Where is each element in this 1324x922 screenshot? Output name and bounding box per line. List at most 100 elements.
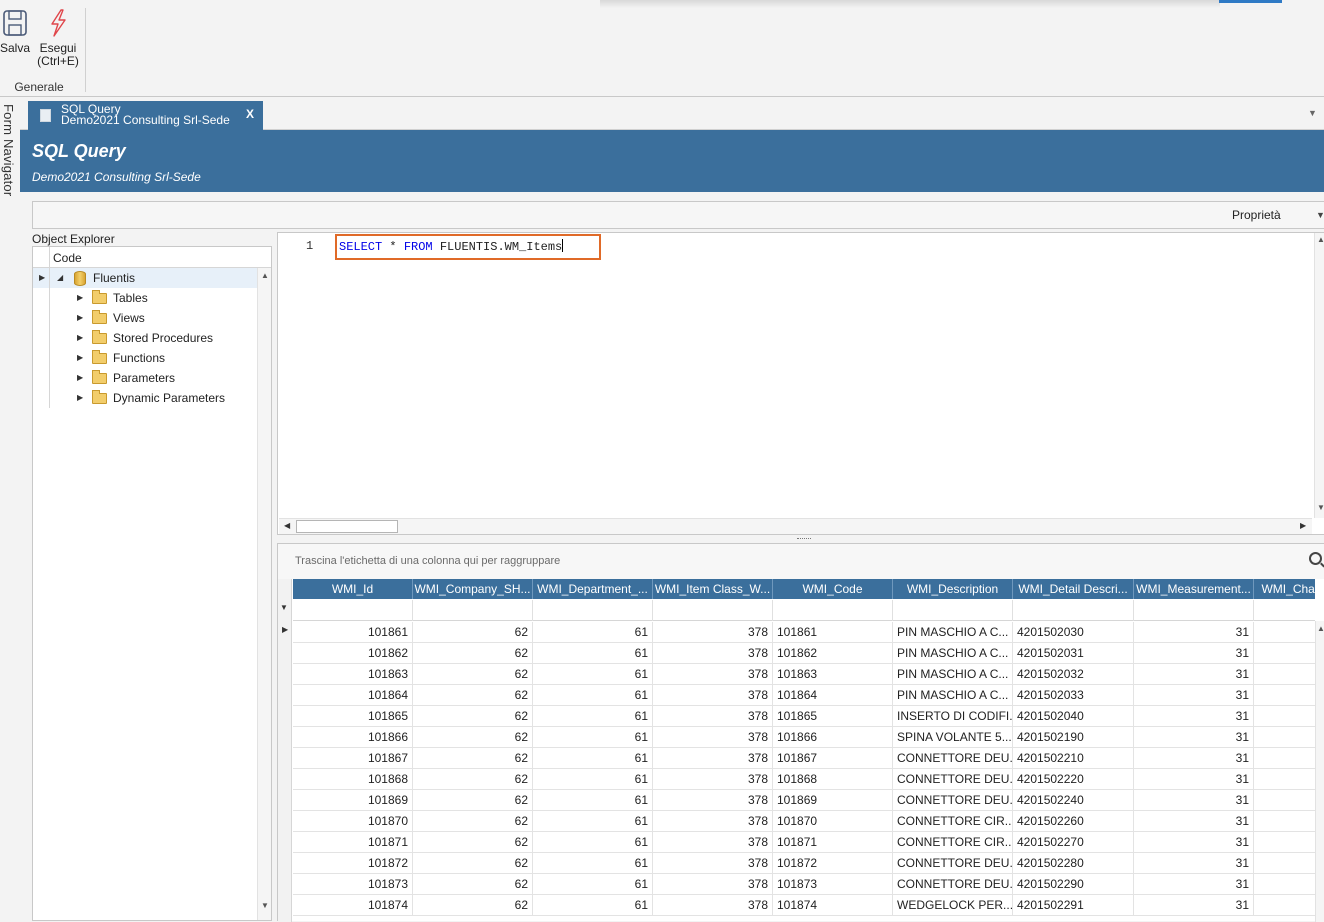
expand-icon[interactable]: ▶ bbox=[77, 328, 83, 348]
table-cell[interactable]: 61 bbox=[533, 790, 653, 811]
expand-icon[interactable]: ▶ bbox=[77, 288, 83, 308]
table-cell[interactable]: PIN MASCHIO A C... bbox=[893, 643, 1013, 664]
table-cell[interactable]: 101868 bbox=[773, 769, 893, 790]
tree-node-tables[interactable]: ▶ Tables bbox=[33, 288, 257, 308]
table-cell[interactable]: 62 bbox=[413, 643, 533, 664]
table-cell[interactable]: 4201502270 bbox=[1013, 832, 1134, 853]
column-header[interactable]: WMI_Company_SH... bbox=[413, 579, 533, 599]
table-cell[interactable]: 62 bbox=[413, 874, 533, 895]
table-cell[interactable]: 101863 bbox=[293, 664, 413, 685]
column-header[interactable]: WMI_Item Class_W... bbox=[653, 579, 773, 599]
table-cell[interactable]: 101872 bbox=[293, 853, 413, 874]
table-cell[interactable]: SPINA VOLANTE 5... bbox=[893, 727, 1013, 748]
table-cell[interactable]: CONNETTORE CIR... bbox=[893, 832, 1013, 853]
table-cell[interactable]: 101873 bbox=[293, 874, 413, 895]
table-cell[interactable]: 378 bbox=[653, 811, 773, 832]
table-cell[interactable]: 61 bbox=[533, 832, 653, 853]
table-row[interactable]: 101866 62 61 378 101866 SPINA VOLANTE 5... 420… bbox=[293, 727, 1315, 748]
table-cell[interactable]: 378 bbox=[653, 727, 773, 748]
table-cell[interactable] bbox=[1254, 811, 1315, 832]
column-header[interactable]: WMI_Id bbox=[293, 579, 413, 599]
table-row[interactable]: 101869 62 61 378 101869 CONNETTORE DEU... 4201… bbox=[293, 790, 1315, 811]
table-cell[interactable] bbox=[1254, 748, 1315, 769]
table-cell[interactable]: 61 bbox=[533, 811, 653, 832]
table-cell[interactable]: 378 bbox=[653, 832, 773, 853]
column-header[interactable]: WMI_Department_... bbox=[533, 579, 653, 599]
column-header[interactable]: WMI_Code bbox=[773, 579, 893, 599]
table-cell[interactable]: 31 bbox=[1134, 790, 1254, 811]
table-cell[interactable]: 378 bbox=[653, 853, 773, 874]
column-header[interactable]: WMI_Description bbox=[893, 579, 1013, 599]
table-cell[interactable]: 101871 bbox=[773, 832, 893, 853]
table-cell[interactable]: 62 bbox=[413, 706, 533, 727]
filter-cell[interactable] bbox=[413, 600, 533, 621]
table-cell[interactable]: 62 bbox=[413, 622, 533, 643]
table-cell[interactable]: 378 bbox=[653, 769, 773, 790]
table-cell[interactable]: 101864 bbox=[773, 685, 893, 706]
table-cell[interactable]: 4201502032 bbox=[1013, 664, 1134, 685]
tree-node-parameters[interactable]: ▶ Parameters bbox=[33, 368, 257, 388]
table-cell[interactable]: 31 bbox=[1134, 706, 1254, 727]
table-cell[interactable]: 31 bbox=[1134, 769, 1254, 790]
table-cell[interactable]: 101865 bbox=[773, 706, 893, 727]
scroll-down-icon[interactable]: ▼ bbox=[261, 901, 269, 910]
table-cell[interactable]: CONNETTORE DEU... bbox=[893, 853, 1013, 874]
tree-vertical-scrollbar[interactable]: ▲ ▼ bbox=[257, 268, 271, 920]
table-cell[interactable]: 31 bbox=[1134, 853, 1254, 874]
table-cell[interactable]: 101866 bbox=[773, 727, 893, 748]
table-row[interactable]: 101861 62 61 378 101861 PIN MASCHIO A C... 420… bbox=[293, 622, 1315, 643]
table-cell[interactable]: CONNETTORE CIR... bbox=[893, 811, 1013, 832]
table-cell[interactable]: 4201502190 bbox=[1013, 727, 1134, 748]
table-cell[interactable]: 101863 bbox=[773, 664, 893, 685]
table-cell[interactable]: 31 bbox=[1134, 832, 1254, 853]
table-cell[interactable]: 101870 bbox=[773, 811, 893, 832]
scroll-right-icon[interactable]: ▶ bbox=[1300, 521, 1306, 530]
properties-dropdown-icon[interactable]: ▼ bbox=[1316, 210, 1324, 220]
table-cell[interactable]: 378 bbox=[653, 748, 773, 769]
table-cell[interactable]: WEDGELOCK PER... bbox=[893, 895, 1013, 916]
table-cell[interactable]: 101867 bbox=[773, 748, 893, 769]
table-row[interactable]: 101867 62 61 378 101867 CONNETTORE DEU... 4201… bbox=[293, 748, 1315, 769]
table-cell[interactable] bbox=[1254, 895, 1315, 916]
table-cell[interactable]: 31 bbox=[1134, 748, 1254, 769]
table-cell[interactable]: 101872 bbox=[773, 853, 893, 874]
table-cell[interactable] bbox=[1254, 643, 1315, 664]
table-cell[interactable] bbox=[1254, 769, 1315, 790]
table-cell[interactable]: 31 bbox=[1134, 811, 1254, 832]
tree-node-functions[interactable]: ▶ Functions bbox=[33, 348, 257, 368]
table-cell[interactable]: 378 bbox=[653, 685, 773, 706]
table-cell[interactable]: 61 bbox=[533, 853, 653, 874]
table-row[interactable]: 101874 62 61 378 101874 WEDGELOCK PER... 42015… bbox=[293, 895, 1315, 916]
table-cell[interactable]: 31 bbox=[1134, 685, 1254, 706]
table-cell[interactable]: 61 bbox=[533, 643, 653, 664]
expand-icon[interactable]: ▶ bbox=[77, 388, 83, 408]
tree-node-views[interactable]: ▶ Views bbox=[33, 308, 257, 328]
table-cell[interactable] bbox=[1254, 622, 1315, 643]
table-cell[interactable]: INSERTO DI CODIFI... bbox=[893, 706, 1013, 727]
table-cell[interactable]: CONNETTORE DEU... bbox=[893, 748, 1013, 769]
collapse-icon[interactable]: ◢ bbox=[57, 268, 63, 288]
table-cell[interactable]: 61 bbox=[533, 874, 653, 895]
table-cell[interactable]: 101868 bbox=[293, 769, 413, 790]
table-cell[interactable]: 31 bbox=[1134, 664, 1254, 685]
sql-query-text[interactable]: SELECT * FROM FLUENTIS.WM_Items bbox=[339, 239, 564, 254]
scroll-down-icon[interactable]: ▼ bbox=[1317, 503, 1324, 512]
table-cell[interactable]: 378 bbox=[653, 622, 773, 643]
table-cell[interactable]: 61 bbox=[533, 895, 653, 916]
table-cell[interactable]: 378 bbox=[653, 790, 773, 811]
tree-node-dynamic-parameters[interactable]: ▶ Dynamic Parameters bbox=[33, 388, 257, 408]
table-cell[interactable]: 31 bbox=[1134, 643, 1254, 664]
table-cell[interactable]: 4201502240 bbox=[1013, 790, 1134, 811]
table-cell[interactable]: 62 bbox=[413, 748, 533, 769]
table-row[interactable]: 101864 62 61 378 101864 PIN MASCHIO A C... 420… bbox=[293, 685, 1315, 706]
table-cell[interactable]: 62 bbox=[413, 727, 533, 748]
table-row[interactable]: 101862 62 61 378 101862 PIN MASCHIO A C... 420… bbox=[293, 643, 1315, 664]
table-cell[interactable]: 62 bbox=[413, 790, 533, 811]
group-by-panel[interactable]: Trascina l'etichetta di una colonna qui … bbox=[278, 544, 1324, 579]
table-cell[interactable] bbox=[1254, 685, 1315, 706]
panel-splitter[interactable] bbox=[797, 538, 811, 540]
save-button[interactable]: Salva bbox=[0, 8, 30, 55]
filter-cell[interactable] bbox=[293, 600, 413, 621]
table-row[interactable]: 101871 62 61 378 101871 CONNETTORE CIR... 4201… bbox=[293, 832, 1315, 853]
column-header[interactable]: WMI_Measurement... bbox=[1134, 579, 1254, 599]
